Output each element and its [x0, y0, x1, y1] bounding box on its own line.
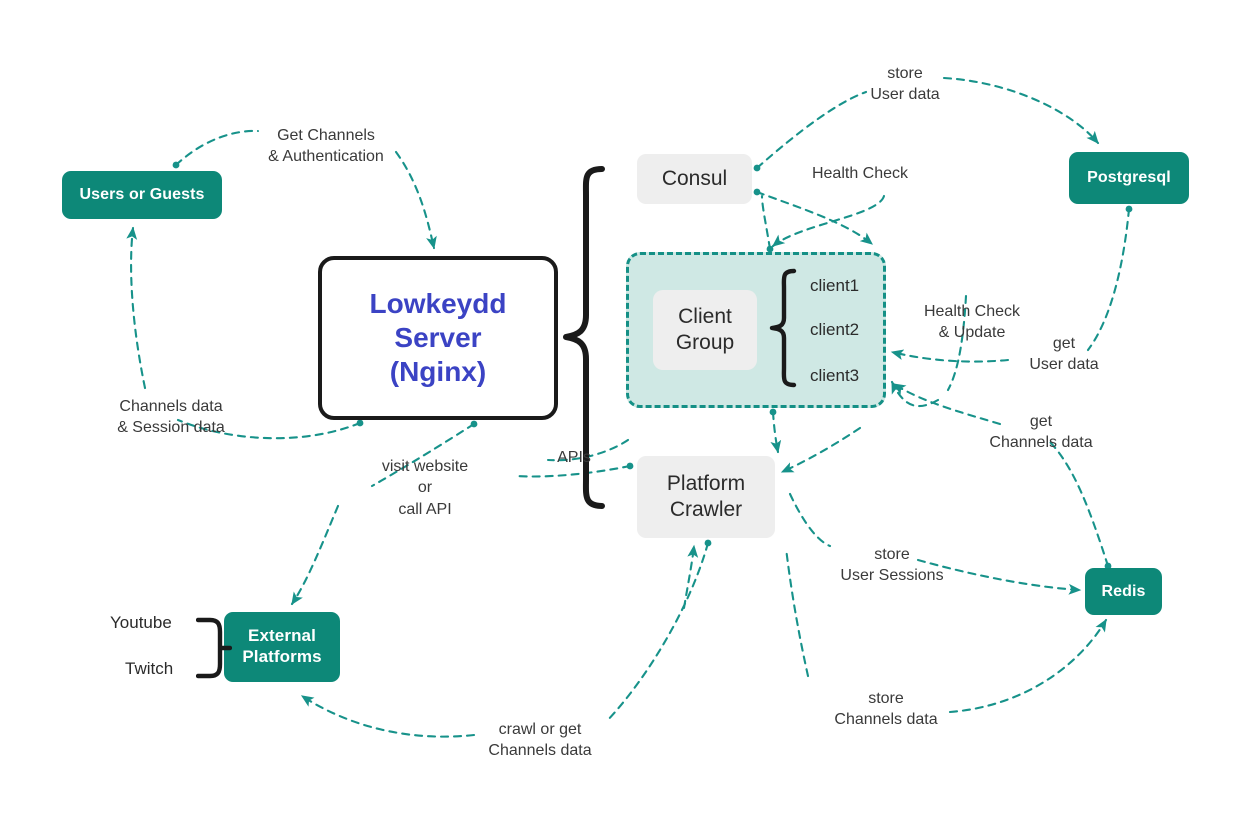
edge-label-crawl-or-get-channels-data: crawl or get Channels data: [488, 721, 592, 760]
node-consul[interactable]: Consul: [637, 154, 752, 204]
edge-label-health-check: Health Check: [811, 165, 909, 182]
client-list-item[interactable]: client2: [810, 320, 859, 340]
node-redis[interactable]: Redis: [1085, 568, 1162, 615]
diagram-canvas: Users or Guests Lowkeydd Server (Nginx) …: [0, 0, 1251, 826]
client-list-brace: [769, 268, 797, 388]
client-list-item[interactable]: client1: [810, 276, 859, 296]
node-platform-crawler[interactable]: Platform Crawler: [637, 456, 775, 538]
edge-label-visit-website-or-call-api: visit website or call API: [381, 458, 469, 518]
node-client-group[interactable]: Client Group: [653, 290, 757, 370]
platform-list-item-youtube[interactable]: Youtube: [110, 613, 172, 633]
edge-label-get-user-data: get User data: [1029, 335, 1099, 374]
edge-label-get-channels-authentication: Get Channels & Authentication: [268, 127, 384, 166]
platform-list-item-twitch[interactable]: Twitch: [125, 659, 173, 679]
external-platform-bracket: [196, 617, 232, 679]
edge-label-store-channels-data: store Channels data: [834, 690, 938, 729]
edge-label-channels-session-data: Channels data & Session data: [117, 398, 225, 437]
edge-label-store-user-sessions: store User Sessions: [840, 546, 944, 585]
node-postgresql[interactable]: Postgresql: [1069, 152, 1189, 204]
client-list-item[interactable]: client3: [810, 366, 859, 386]
edge-label-store-user-data: store User data: [870, 65, 940, 104]
edge-label-get-channels-data: get Channels data: [989, 413, 1093, 452]
node-external-platforms[interactable]: External Platforms: [224, 612, 340, 682]
edge-label-apis: APIs: [557, 449, 591, 466]
node-lowkeydd-server[interactable]: Lowkeydd Server (Nginx): [318, 256, 558, 420]
node-users-or-guests[interactable]: Users or Guests: [62, 171, 222, 219]
